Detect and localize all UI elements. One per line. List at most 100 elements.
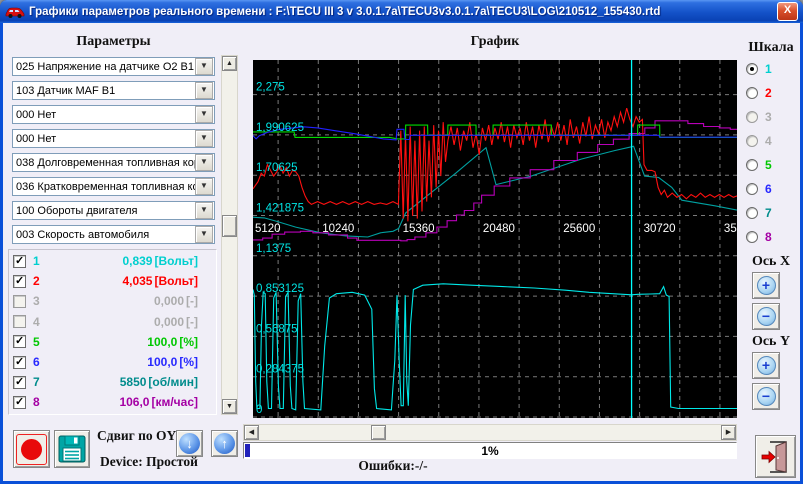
chart-scrollbar-horizontal[interactable]: ◀ ▶ <box>243 424 737 441</box>
progress-bar: 1% <box>243 442 737 459</box>
chevron-down-icon[interactable]: ▼ <box>195 202 213 219</box>
scale-radio-row-7: 7 <box>746 206 772 219</box>
chevron-down-icon[interactable]: ▼ <box>195 130 213 147</box>
param-dropdown-4[interactable]: 000 Нет▼ <box>12 129 215 148</box>
scroll-right-button[interactable]: ▶ <box>721 425 736 440</box>
scroll-thumb-horizontal[interactable] <box>371 425 386 440</box>
channel-checkbox-8[interactable]: ✓ <box>13 396 26 409</box>
channel-value: 0,000 <box>47 315 184 329</box>
axis-y-zoom-out-button[interactable]: − <box>752 383 780 410</box>
chart-title: График <box>253 34 737 50</box>
axis-y-zoom-in-button[interactable]: + <box>752 352 780 379</box>
save-button[interactable] <box>54 430 90 468</box>
channel-number: 5 <box>33 335 47 349</box>
channel-checkbox-5[interactable]: ✓ <box>13 335 26 348</box>
y-tick-label: 0 <box>256 404 262 416</box>
x-tick-label: 30720 <box>644 223 676 235</box>
scale-radio-2[interactable] <box>746 87 758 99</box>
scale-radio-7[interactable] <box>746 207 758 219</box>
y-tick-label: 0,56875 <box>256 323 298 335</box>
channel-value: 100,0 <box>47 355 177 369</box>
scale-radio-label: 3 <box>765 110 772 124</box>
channel-checkbox-4[interactable] <box>13 315 26 328</box>
scale-radio-row-2: 2 <box>746 86 772 99</box>
channel-row-6: ✓ 6100,0[%] <box>9 352 216 372</box>
channel-checkbox-7[interactable]: ✓ <box>13 376 26 389</box>
scale-radio-5[interactable] <box>746 159 758 171</box>
param-dropdown-8[interactable]: 003 Скорость автомобиля▼ <box>12 225 215 244</box>
scale-radio-row-1: 1 <box>746 62 772 75</box>
scale-radio-3[interactable] <box>746 111 758 123</box>
x-tick-label: 35840 <box>724 223 737 235</box>
channel-checkbox-1[interactable]: ✓ <box>13 255 26 268</box>
x-tick-label: 10240 <box>322 223 354 235</box>
chevron-down-icon[interactable]: ▼ <box>195 58 213 75</box>
axis-x-zoom-in-button[interactable]: + <box>752 272 780 299</box>
record-button[interactable] <box>13 430 50 468</box>
channel-checkbox-6[interactable]: ✓ <box>13 356 26 369</box>
param-dropdown-2[interactable]: 103 Датчик MAF B1▼ <box>12 81 215 100</box>
channel-unit: [об/мин] <box>148 375 216 389</box>
scroll-down-button[interactable]: ▼ <box>222 399 237 414</box>
plot-background <box>253 60 737 418</box>
titlebar: Графики параметров реального времени : F… <box>0 0 803 23</box>
chart-plot[interactable]: 51201024015360204802560030720358402,2751… <box>253 60 737 418</box>
scale-radio-1[interactable] <box>746 63 758 75</box>
y-tick-label: 2,275 <box>256 82 285 94</box>
dropdown-value: 003 Скорость автомобиля <box>13 229 195 241</box>
param-dropdown-1[interactable]: 025 Напряжение на датчике O2 B1 S▼ <box>12 57 215 76</box>
scale-radio-4[interactable] <box>746 135 758 147</box>
channel-checkbox-3[interactable] <box>13 295 26 308</box>
channel-value: 5850 <box>47 375 146 389</box>
channel-value: 4,035 <box>47 274 152 288</box>
chevron-down-icon[interactable]: ▼ <box>195 82 213 99</box>
channel-unit: [%] <box>179 335 216 349</box>
chevron-down-icon[interactable]: ▼ <box>195 178 213 195</box>
channel-checkbox-2[interactable]: ✓ <box>13 275 26 288</box>
scale-radio-row-8: 8 <box>746 230 772 243</box>
dropdown-value: 000 Нет <box>13 133 195 145</box>
dropdown-value: 036 Кратковременная топливная ко <box>13 181 195 193</box>
chevron-down-icon[interactable]: ▼ <box>195 226 213 243</box>
x-tick-label: 5120 <box>255 223 281 235</box>
device-value: Простой <box>146 454 198 469</box>
scale-radio-label: 4 <box>765 134 772 148</box>
channel-number: 8 <box>33 395 47 409</box>
dropdown-value: 038 Долговременная топливная кор <box>13 157 195 169</box>
param-dropdown-list: 025 Напряжение на датчике O2 B1 S▼ 103 Да… <box>12 57 215 249</box>
record-icon <box>16 434 47 465</box>
shift-up-button[interactable]: ↑ <box>211 430 238 457</box>
chevron-down-icon[interactable]: ▼ <box>195 154 213 171</box>
shift-down-button[interactable]: ↓ <box>176 430 203 457</box>
plus-icon: + <box>757 276 776 295</box>
x-tick-label: 15360 <box>403 223 435 235</box>
param-scrollbar[interactable]: ▲ ▼ <box>221 55 238 415</box>
scale-radio-label: 1 <box>765 62 772 76</box>
axis-x-zoom-out-button[interactable]: − <box>752 303 780 330</box>
arrow-down-icon: ↓ <box>179 433 200 454</box>
scale-radio-label: 7 <box>765 206 772 220</box>
scroll-left-button[interactable]: ◀ <box>244 425 259 440</box>
scale-radio-6[interactable] <box>746 183 758 195</box>
param-dropdown-7[interactable]: 100 Обороты двигателя▼ <box>12 201 215 220</box>
scale-radio-8[interactable] <box>746 231 758 243</box>
param-dropdown-3[interactable]: 000 Нет▼ <box>12 105 215 124</box>
param-dropdown-5[interactable]: 038 Долговременная топливная кор▼ <box>12 153 215 172</box>
params-panel-title: Параметры <box>12 34 215 50</box>
chevron-down-icon[interactable]: ▼ <box>195 106 213 123</box>
close-button[interactable]: X <box>777 2 798 21</box>
scale-panel-title: Шкала <box>742 40 800 56</box>
scale-radio-row-3: 3 <box>746 110 772 123</box>
scroll-up-button[interactable]: ▲ <box>222 56 237 71</box>
param-dropdown-6[interactable]: 036 Кратковременная топливная ко▼ <box>12 177 215 196</box>
arrow-up-icon: ↑ <box>214 433 235 454</box>
floppy-disk-icon <box>58 435 86 463</box>
exit-button[interactable] <box>755 435 796 478</box>
scale-radio-row-5: 5 <box>746 158 772 171</box>
dropdown-value: 100 Обороты двигателя <box>13 205 195 217</box>
channel-number: 4 <box>33 315 47 329</box>
scroll-thumb-vertical[interactable] <box>222 215 237 237</box>
channel-unit: [%] <box>179 355 216 369</box>
channel-row-5: ✓5100,0[%] <box>9 332 216 352</box>
channel-number: 6 <box>33 355 47 369</box>
